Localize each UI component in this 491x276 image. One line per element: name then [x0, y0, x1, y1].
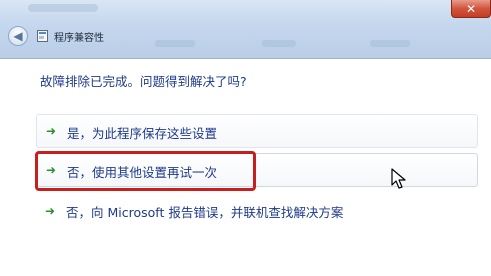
- program-icon: [37, 30, 48, 42]
- back-arrow-icon: ◀: [13, 29, 23, 43]
- option-save-settings[interactable]: ➜ 是，为此程序保存这些设置: [36, 114, 478, 148]
- title-bar: ✕ ◀ 程序兼容性: [0, 0, 491, 59]
- troubleshoot-question: 故障排除已完成。问题得到解决了吗?: [40, 74, 247, 89]
- blurred-background-text: [155, 40, 195, 47]
- close-icon: ✕: [465, 2, 477, 16]
- mouse-pointer-icon: [391, 168, 406, 189]
- blurred-background-text: [28, 4, 98, 12]
- blurred-background-text: [370, 40, 410, 47]
- option-report-microsoft[interactable]: ➜ 否，向 Microsoft 报告错误，并联机查找解决方案: [36, 196, 478, 226]
- blurred-background-text: [262, 40, 296, 47]
- close-button[interactable]: ✕: [451, 0, 491, 18]
- green-arrow-icon: ➜: [45, 204, 56, 218]
- window-title: 程序兼容性: [54, 33, 104, 44]
- red-highlight-box: [35, 151, 256, 191]
- option-label: 否，向 Microsoft 报告错误，并联机查找解决方案: [66, 205, 344, 220]
- option-label: 是，为此程序保存这些设置: [67, 126, 218, 141]
- green-arrow-icon: ➜: [46, 124, 57, 138]
- back-button[interactable]: ◀: [8, 26, 28, 46]
